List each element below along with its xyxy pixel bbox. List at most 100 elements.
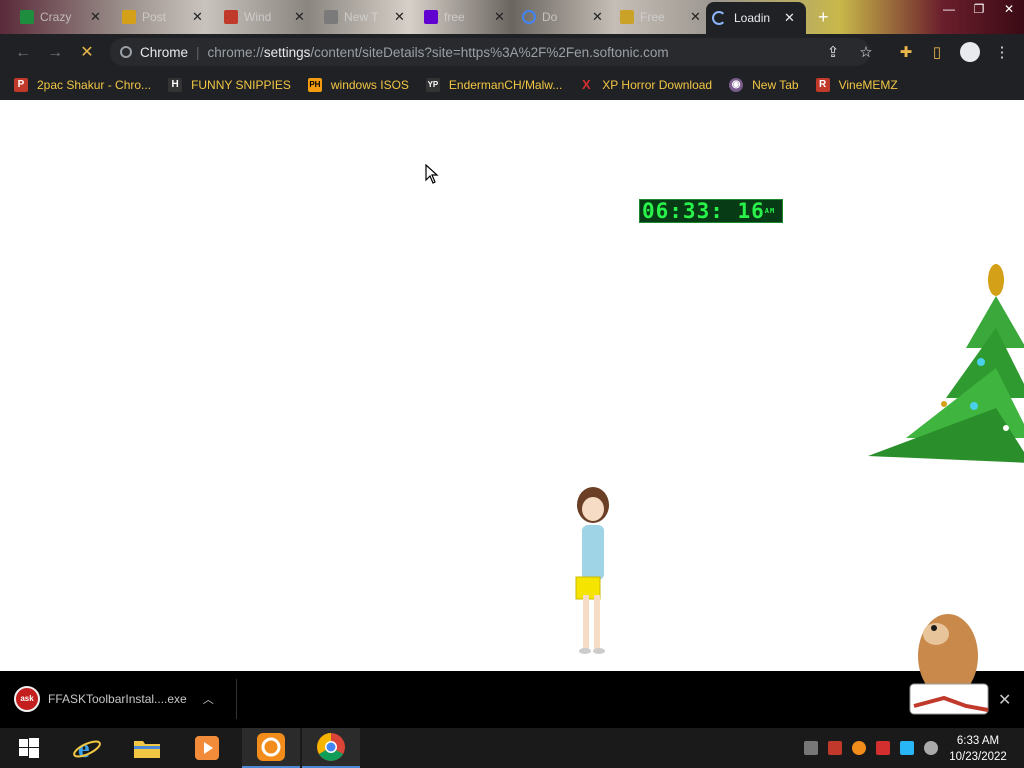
bookmark-item[interactable]: H FUNNY SNIPPIES xyxy=(168,78,291,92)
taskbar-chrome[interactable] xyxy=(302,728,360,768)
new-tab-button[interactable]: + xyxy=(818,7,829,28)
bookmark-item[interactable]: PH windows ISOS xyxy=(307,78,409,92)
bookmark-label: VineMEMZ xyxy=(838,78,898,92)
system-tray xyxy=(804,741,948,755)
tab-6[interactable]: Do ✕ xyxy=(516,4,609,30)
taskbar-file-explorer[interactable] xyxy=(118,728,176,768)
clock-ampm: AM xyxy=(764,207,776,215)
tab-title: Free xyxy=(640,10,665,24)
christmas-tree-image xyxy=(868,264,1024,463)
anime-girl-mascot-image xyxy=(575,487,609,654)
shelf-divider xyxy=(236,679,237,719)
close-tab-icon[interactable]: ✕ xyxy=(784,10,795,26)
ask-toolbar-icon: ask xyxy=(14,686,40,712)
tab-7[interactable]: Free ✕ xyxy=(614,4,707,30)
tab-active[interactable]: Loadin ✕ xyxy=(706,2,806,34)
tab-favicon-icon xyxy=(324,10,338,24)
tab-4[interactable]: New T ✕ xyxy=(318,4,411,30)
download-filename: FFASKToolbarInstal....exe xyxy=(48,692,187,706)
tray-app-icon[interactable] xyxy=(804,741,818,755)
mouse-cursor-icon xyxy=(425,164,439,184)
bookmark-item[interactable]: P 2pac Shakur - Chro... xyxy=(14,78,151,92)
extensions-icon[interactable]: ✚ xyxy=(895,42,917,64)
close-tab-icon[interactable]: ✕ xyxy=(394,9,405,25)
bookmark-favicon-icon: R xyxy=(815,78,830,92)
loading-spinner-icon xyxy=(712,11,726,25)
folder-icon xyxy=(134,741,160,758)
digital-clock-widget: 06:33: 16AM xyxy=(639,199,783,223)
clock-time: 06:33: 16 xyxy=(642,199,765,223)
tab-title: New T xyxy=(344,10,379,24)
close-tab-icon[interactable]: ✕ xyxy=(192,9,203,25)
bookmark-label: New Tab xyxy=(752,78,799,92)
stop-loading-icon[interactable]: ✕ xyxy=(76,42,98,64)
tab-favicon-icon xyxy=(122,10,136,24)
tab-favicon-icon xyxy=(620,10,634,24)
bookmark-label: FUNNY SNIPPIES xyxy=(191,78,291,92)
bookmark-star-icon[interactable]: ☆ xyxy=(855,42,877,64)
taskbar-internet-explorer[interactable]: e xyxy=(58,728,116,768)
hamster-mascot-image xyxy=(909,614,989,715)
tray-search-icon[interactable] xyxy=(852,741,866,755)
bookmark-item[interactable]: ◉ New Tab xyxy=(729,78,799,92)
tab-2[interactable]: Post ✕ xyxy=(116,4,209,30)
tray-app-icon[interactable] xyxy=(828,741,842,755)
forward-arrow-icon[interactable]: → xyxy=(44,42,66,64)
close-shelf-icon[interactable]: ✕ xyxy=(998,690,1011,710)
tab-1[interactable]: Crazy ✕ xyxy=(14,4,107,30)
chrome-browser-icon xyxy=(317,733,345,761)
close-tab-icon[interactable]: ✕ xyxy=(690,9,701,25)
windows-logo-icon xyxy=(19,738,39,758)
minimize-icon[interactable]: — xyxy=(934,0,964,20)
profile-avatar-icon[interactable] xyxy=(960,42,980,62)
tray-volume-icon[interactable] xyxy=(924,741,938,755)
chrome-icon xyxy=(120,46,132,58)
address-url[interactable]: chrome://settings/content/siteDetails?si… xyxy=(208,45,669,60)
address-bar-label: Chrome xyxy=(140,44,189,60)
bookmark-item[interactable]: R VineMEMZ xyxy=(815,78,898,92)
bookmark-favicon-icon: X xyxy=(581,77,591,92)
tab-5[interactable]: free ✕ xyxy=(418,4,511,30)
bookmark-favicon-icon: H xyxy=(168,78,183,92)
taskbar-media-player[interactable] xyxy=(178,728,236,768)
close-tab-icon[interactable]: ✕ xyxy=(294,9,305,25)
start-button[interactable] xyxy=(0,728,58,768)
share-icon[interactable]: ⇪ xyxy=(822,42,844,64)
yahoo-icon xyxy=(424,10,438,24)
tab-strip: Crazy ✕ Post ✕ Wind ✕ New T ✕ free ✕ Do … xyxy=(0,0,1024,34)
taskbar-date: 10/23/2022 xyxy=(949,751,1007,763)
side-panel-icon[interactable]: ▯ xyxy=(926,42,948,64)
tab-favicon-icon xyxy=(20,10,34,24)
tab-title: Do xyxy=(542,10,558,24)
tab-3[interactable]: Wind ✕ xyxy=(218,4,311,30)
taskbar-time: 6:33 AM xyxy=(956,735,1000,747)
uc-browser-icon xyxy=(257,733,285,761)
media-player-icon xyxy=(195,736,219,760)
maximize-icon[interactable]: ❐ xyxy=(964,0,994,20)
internet-explorer-icon: e xyxy=(73,734,101,762)
tray-display-icon[interactable] xyxy=(900,741,914,755)
bookmark-item[interactable]: X XP Horror Download xyxy=(579,77,712,93)
download-shelf: ask FFASKToolbarInstal....exe ︿ ✕ xyxy=(0,671,1024,728)
taskbar: e 6:33 AM 10/23/2022 xyxy=(0,728,1024,768)
taskbar-uc-browser[interactable] xyxy=(242,728,300,768)
tab-title: Loadin xyxy=(734,11,771,25)
window-controls: — ❐ ✕ xyxy=(934,0,1024,20)
close-tab-icon[interactable]: ✕ xyxy=(592,9,603,25)
close-window-icon[interactable]: ✕ xyxy=(994,0,1024,20)
bookmark-label: EndermanCH/Malw... xyxy=(448,78,563,92)
chevron-up-icon[interactable]: ︿ xyxy=(203,691,214,707)
tray-flag-icon[interactable] xyxy=(876,741,890,755)
bookmark-favicon-icon: ◉ xyxy=(729,78,744,92)
bookmark-label: windows ISOS xyxy=(330,78,409,92)
taskbar-clock[interactable]: 6:33 AM 10/23/2022 xyxy=(944,733,1012,765)
bookmark-item[interactable]: YP EndermanCH/Malw... xyxy=(425,78,563,92)
address-divider: | xyxy=(196,44,200,60)
address-bar[interactable]: Chrome | chrome://settings/content/siteD… xyxy=(110,38,870,66)
menu-icon[interactable]: ⋮ xyxy=(991,42,1013,64)
tab-title: free xyxy=(444,10,465,24)
back-arrow-icon[interactable]: ← xyxy=(12,42,34,64)
download-item[interactable]: ask FFASKToolbarInstal....exe ︿ xyxy=(14,686,214,712)
close-tab-icon[interactable]: ✕ xyxy=(494,9,505,25)
close-tab-icon[interactable]: ✕ xyxy=(90,9,101,25)
